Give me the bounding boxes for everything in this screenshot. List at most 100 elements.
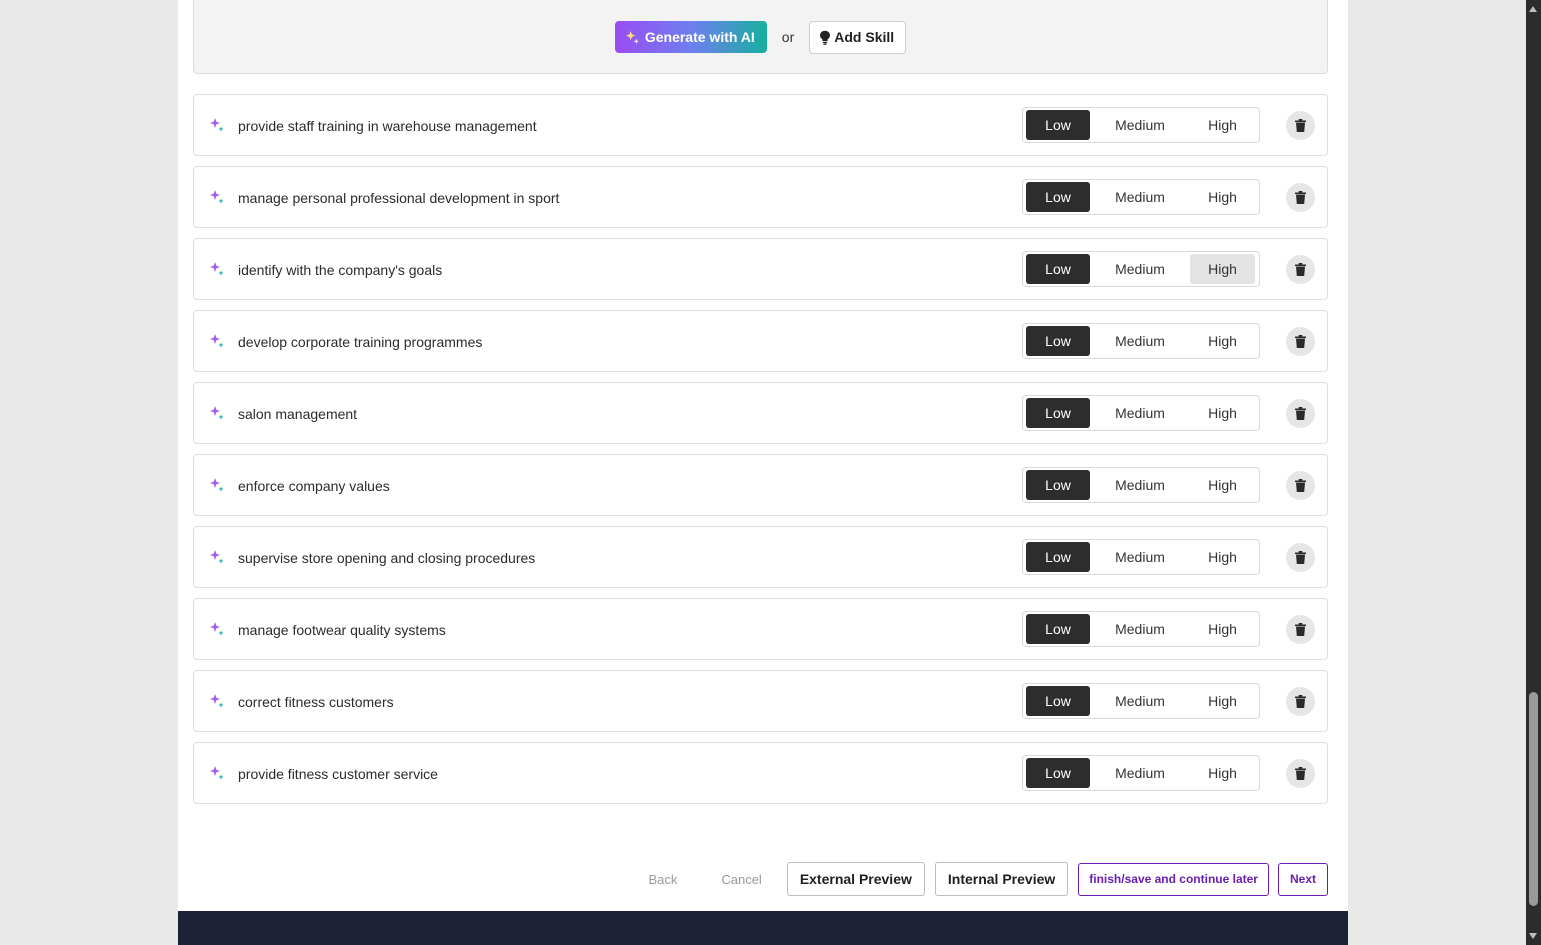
level-medium-button[interactable]: Medium (1090, 470, 1190, 500)
level-medium-button[interactable]: Medium (1090, 398, 1190, 428)
level-low-button[interactable]: Low (1026, 398, 1090, 428)
sparkle-icon (210, 550, 224, 564)
skill-level-selector: Low Medium High (1022, 395, 1260, 431)
add-skill-label: Add Skill (834, 29, 895, 45)
sparkle-icon (210, 334, 224, 348)
level-medium-button[interactable]: Medium (1090, 686, 1190, 716)
skill-row: correct fitness customers Low Medium Hig… (193, 670, 1328, 732)
skill-row: provide staff training in warehouse mana… (193, 94, 1328, 156)
finish-save-button[interactable]: finish/save and continue later (1078, 862, 1269, 896)
sparkle-icon (210, 262, 224, 276)
level-low-button[interactable]: Low (1026, 758, 1090, 788)
level-high-button[interactable]: High (1190, 254, 1255, 284)
skill-label: manage footwear quality systems (238, 622, 446, 638)
trash-icon (1295, 335, 1306, 348)
skill-level-selector: Low Medium High (1022, 611, 1260, 647)
skill-label: correct fitness customers (238, 694, 394, 710)
skill-label: develop corporate training programmes (238, 334, 483, 350)
scroll-down-arrow-icon[interactable] (1529, 933, 1537, 939)
generate-with-ai-label: Generate with AI (644, 29, 755, 45)
trash-icon (1295, 767, 1306, 780)
back-button[interactable]: Back (648, 872, 677, 887)
level-high-button[interactable]: High (1190, 758, 1255, 788)
delete-skill-button[interactable] (1286, 687, 1315, 716)
next-button[interactable]: Next (1277, 862, 1328, 896)
level-medium-button[interactable]: Medium (1090, 182, 1190, 212)
level-medium-button[interactable]: Medium (1090, 110, 1190, 140)
skill-level-selector: Low Medium High (1022, 251, 1260, 287)
footer-links (192, 939, 196, 945)
level-low-button[interactable]: Low (1026, 110, 1090, 140)
level-low-button[interactable]: Low (1026, 326, 1090, 356)
level-high-button[interactable]: High (1190, 614, 1255, 644)
sparkle-icon (625, 30, 639, 44)
or-separator: or (781, 29, 795, 45)
delete-skill-button[interactable] (1286, 111, 1315, 140)
vertical-scrollbar[interactable] (1526, 0, 1541, 945)
add-skill-button[interactable]: Add Skill (809, 20, 907, 54)
level-medium-button[interactable]: Medium (1090, 254, 1190, 284)
scrollbar-thumb[interactable] (1529, 692, 1538, 906)
level-low-button[interactable]: Low (1026, 614, 1090, 644)
level-high-button[interactable]: High (1190, 182, 1255, 212)
skill-level-selector: Low Medium High (1022, 683, 1260, 719)
trash-icon (1295, 479, 1306, 492)
level-medium-button[interactable]: Medium (1090, 326, 1190, 356)
skill-list: provide staff training in warehouse mana… (193, 94, 1328, 814)
delete-skill-button[interactable] (1286, 327, 1315, 356)
level-low-button[interactable]: Low (1026, 182, 1090, 212)
skill-row: enforce company values Low Medium High (193, 454, 1328, 516)
level-medium-button[interactable]: Medium (1090, 542, 1190, 572)
delete-skill-button[interactable] (1286, 255, 1315, 284)
trash-icon (1295, 623, 1306, 636)
trash-icon (1295, 407, 1306, 420)
skill-label: enforce company values (238, 478, 390, 494)
level-low-button[interactable]: Low (1026, 542, 1090, 572)
skill-row: manage personal professional development… (193, 166, 1328, 228)
skill-row: provide fitness customer service Low Med… (193, 742, 1328, 804)
internal-preview-button[interactable]: Internal Preview (934, 862, 1069, 896)
level-low-button[interactable]: Low (1026, 470, 1090, 500)
sparkle-icon (210, 694, 224, 708)
level-high-button[interactable]: High (1190, 110, 1255, 140)
footer-link-partial[interactable] (192, 939, 196, 945)
level-low-button[interactable]: Low (1026, 686, 1090, 716)
trash-icon (1295, 695, 1306, 708)
skill-row: identify with the company's goals Low Me… (193, 238, 1328, 300)
trash-icon (1295, 551, 1306, 564)
add-skills-actions: Generate with AI or Add Skill (194, 20, 1327, 54)
external-preview-button[interactable]: External Preview (786, 862, 925, 896)
add-skills-panel: Generate with AI or Add Skill (193, 0, 1328, 74)
level-high-button[interactable]: High (1190, 470, 1255, 500)
generate-with-ai-button[interactable]: Generate with AI (614, 21, 767, 53)
sparkle-icon (210, 478, 224, 492)
delete-skill-button[interactable] (1286, 543, 1315, 572)
skill-level-selector: Low Medium High (1022, 467, 1260, 503)
skill-level-selector: Low Medium High (1022, 755, 1260, 791)
sparkle-icon (210, 118, 224, 132)
sparkle-icon (210, 622, 224, 636)
delete-skill-button[interactable] (1286, 183, 1315, 212)
scroll-up-arrow-icon[interactable] (1529, 6, 1537, 12)
level-low-button[interactable]: Low (1026, 254, 1090, 284)
level-high-button[interactable]: High (1190, 326, 1255, 356)
site-footer (178, 911, 1348, 945)
skill-level-selector: Low Medium High (1022, 107, 1260, 143)
skill-row: develop corporate training programmes Lo… (193, 310, 1328, 372)
level-high-button[interactable]: High (1190, 398, 1255, 428)
skill-row: supervise store opening and closing proc… (193, 526, 1328, 588)
delete-skill-button[interactable] (1286, 399, 1315, 428)
skill-level-selector: Low Medium High (1022, 539, 1260, 575)
delete-skill-button[interactable] (1286, 471, 1315, 500)
sparkle-icon (210, 406, 224, 420)
delete-skill-button[interactable] (1286, 759, 1315, 788)
delete-skill-button[interactable] (1286, 615, 1315, 644)
form-actions: Back Cancel External Preview Internal Pr… (648, 862, 1328, 896)
level-high-button[interactable]: High (1190, 686, 1255, 716)
cancel-button[interactable]: Cancel (721, 872, 761, 887)
sparkle-icon (210, 190, 224, 204)
level-medium-button[interactable]: Medium (1090, 758, 1190, 788)
trash-icon (1295, 191, 1306, 204)
level-high-button[interactable]: High (1190, 542, 1255, 572)
level-medium-button[interactable]: Medium (1090, 614, 1190, 644)
